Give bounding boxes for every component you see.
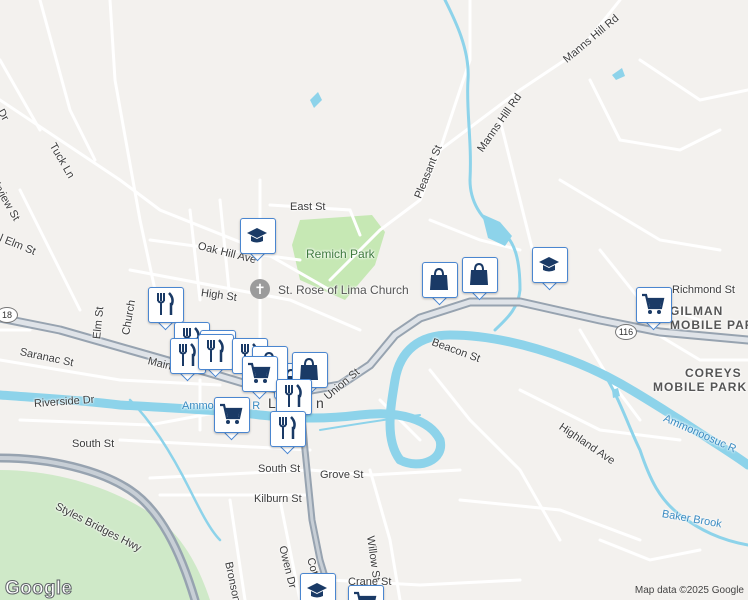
grocery-pin[interactable] [636,287,672,331]
area-label-gilman-line1: GILMAN [670,304,724,318]
restaurant-icon [279,416,296,439]
restaurant-pin-5[interactable] [198,334,234,378]
shopping-bag-icon [430,267,448,290]
street-label-south-st-lower: South St [258,463,301,475]
map-attribution[interactable]: Map data ©2025 Google [635,585,744,596]
restaurant-icon [207,339,224,362]
area-label-coreys-line2: MOBILE PARK [653,380,748,394]
grocery-pin-2[interactable] [214,397,250,441]
shopping-cart-icon [248,362,271,383]
google-logo: Google [4,578,73,600]
shopping-cart-icon [220,403,243,424]
poi-cluster-pin-3[interactable] [242,356,278,400]
school-icon [307,583,327,598]
route-116-shield: 116 [615,324,637,340]
street-label-south-st-upper: South St [72,438,115,450]
street-label-richmond-st: Richmond St [672,284,735,296]
street-label-kilburn-st: Kilburn St [254,493,302,505]
shopping-cart-icon [642,293,665,314]
shopping-bag-icon [470,262,488,285]
area-label-gilman-line2: MOBILE PARK [670,318,748,332]
place-label-st-rose-church[interactable]: St. Rose of Lima Church [278,283,409,297]
restaurant-pin-7[interactable] [270,411,306,455]
grocery-pin-3[interactable] [348,585,384,600]
church-icon[interactable]: ✝ [250,279,270,299]
restaurant-icon [179,343,196,366]
restaurant-icon [285,384,302,407]
restaurant-icon [157,292,174,315]
school-pin-south[interactable] [300,573,336,600]
street-label-grove-st: Grove St [320,469,364,481]
street-label-east-st: East St [290,201,326,213]
area-label-coreys-line1: COREYS [685,366,742,380]
street-label-town-fragment-2: n [316,395,324,411]
shopping-pin-2[interactable] [462,257,498,301]
school-icon [247,228,267,243]
map-canvas[interactable]: East St Oak Hill Ave High St Elm St Chur… [0,0,748,600]
school-icon [539,257,559,272]
school-pin-east[interactable] [532,247,568,291]
shopping-pin[interactable] [422,262,458,306]
school-pin[interactable] [240,218,276,262]
restaurant-pin[interactable] [148,287,184,331]
place-label-remich-park[interactable]: Remich Park [306,247,375,261]
shopping-cart-icon [354,591,377,600]
